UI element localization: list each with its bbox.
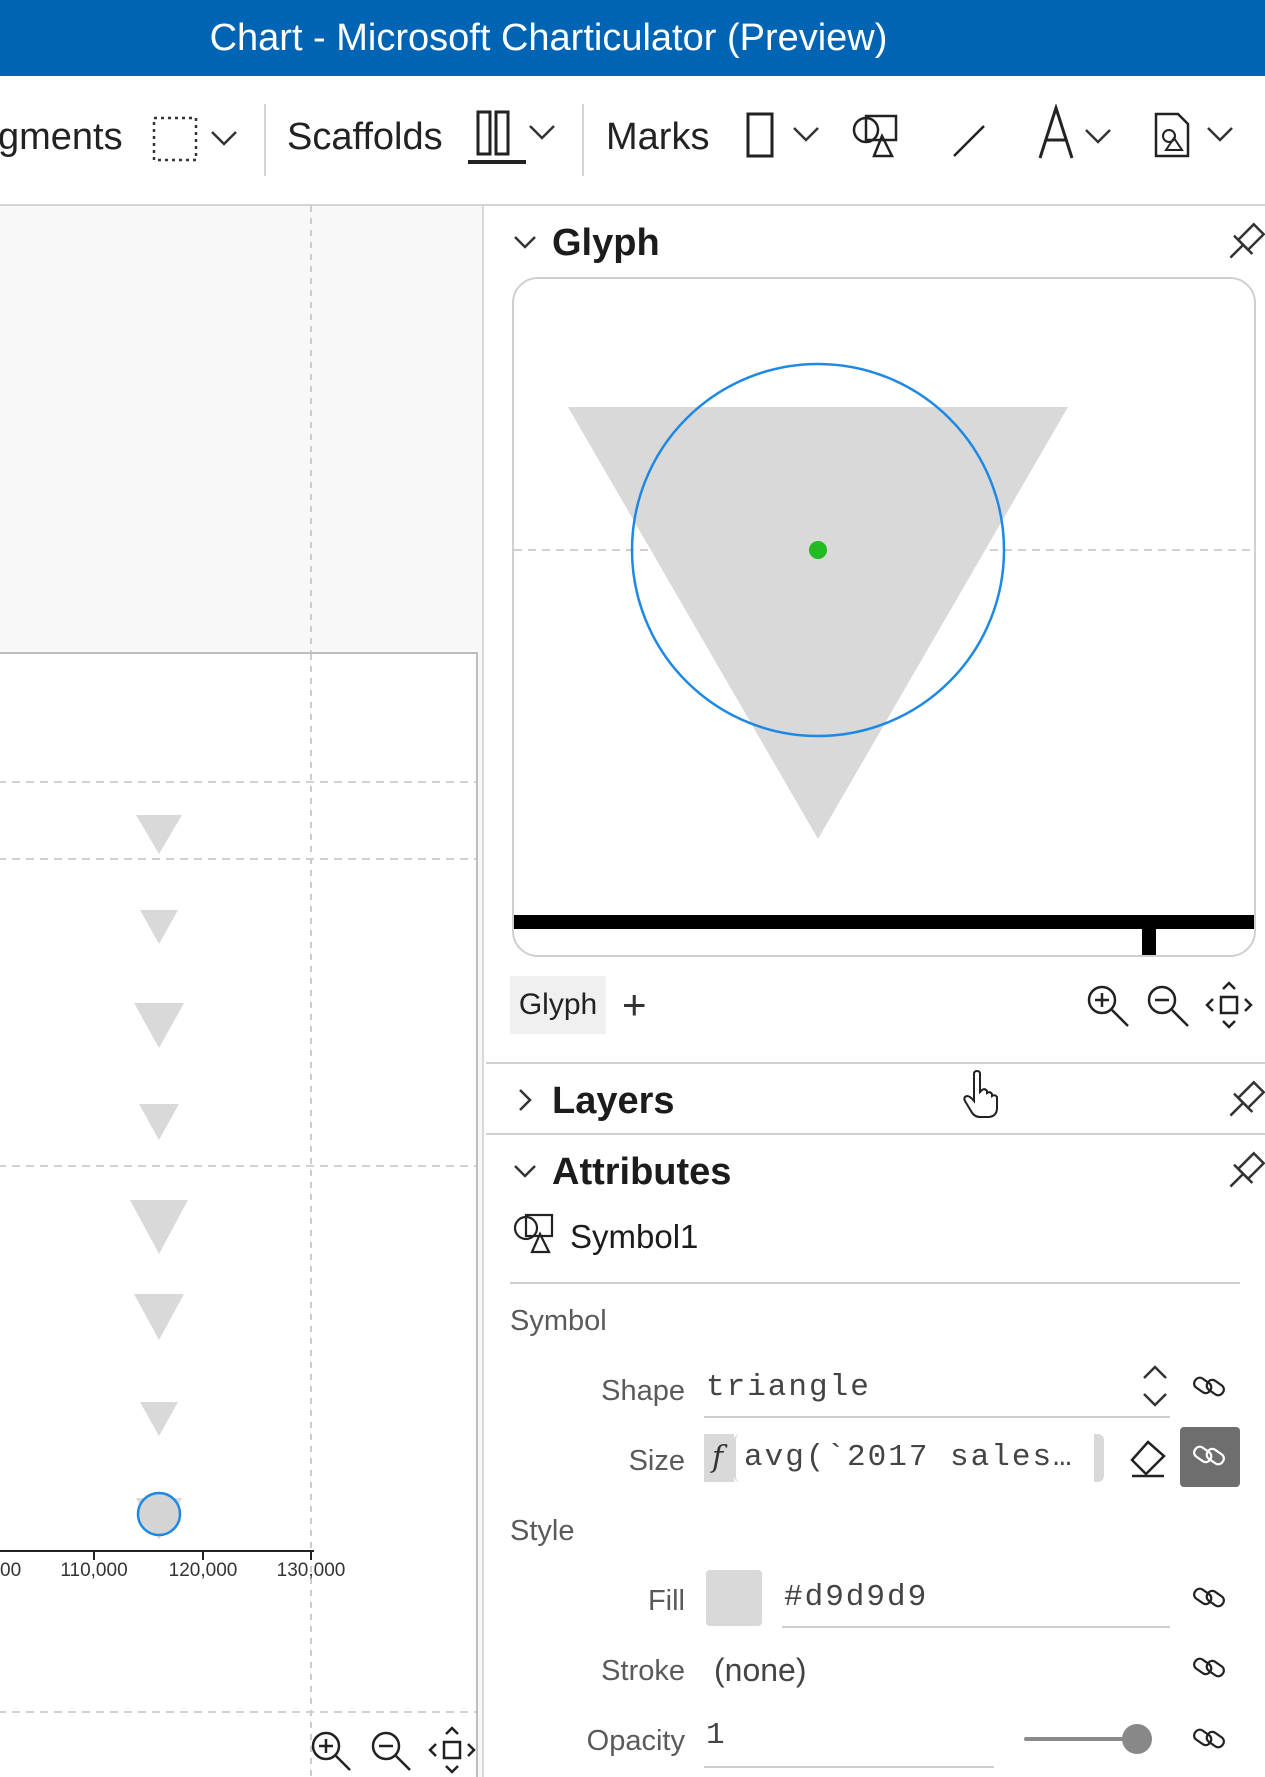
fit-view-icon[interactable]: [1204, 980, 1254, 1030]
tab-glyph[interactable]: Glyph: [510, 976, 606, 1034]
title-bar: Chart - Microsoft Charticulator (Preview…: [0, 0, 1265, 76]
plot-frame: 00 110,000 120,000 130,000: [0, 652, 478, 1777]
size-label: Size: [628, 1445, 685, 1477]
zoom-in-icon[interactable]: [1084, 982, 1134, 1030]
shape-field-underline: [704, 1416, 1170, 1418]
zoom-in-icon[interactable]: [308, 1728, 356, 1774]
glyph-panel-title: Glyph: [552, 221, 660, 264]
toolbar-separator: [264, 104, 266, 176]
add-glyph-button[interactable]: +: [622, 976, 647, 1034]
symbol-section-label: Symbol: [510, 1305, 607, 1337]
rectangle-mark-icon[interactable]: [744, 110, 828, 162]
link-icon[interactable]: [1190, 1583, 1230, 1613]
zoom-out-icon[interactable]: [1144, 982, 1194, 1030]
style-section-label: Style: [510, 1515, 575, 1547]
glyph-editor-canvas[interactable]: [512, 277, 1256, 957]
x-tick-label: 130,000: [276, 1560, 346, 1581]
link-icon[interactable]: [1190, 1372, 1230, 1402]
x-tick-label: 120,000: [168, 1560, 238, 1581]
link-icon: [1193, 1445, 1225, 1466]
dropdown-updown-icon[interactable]: [1140, 1364, 1170, 1408]
fill-value[interactable]: #d9d9d9: [784, 1580, 928, 1615]
link-icon[interactable]: [1190, 1653, 1230, 1683]
fit-view-icon[interactable]: [428, 1726, 476, 1774]
opacity-value[interactable]: 1: [706, 1718, 727, 1753]
scaffold-icon[interactable]: [464, 106, 560, 170]
fill-color-swatch[interactable]: [706, 1570, 762, 1626]
shape-value[interactable]: triangle: [706, 1370, 871, 1405]
fill-label: Fill: [647, 1585, 685, 1617]
window-title: Chart - Microsoft Charticulator (Preview…: [209, 16, 888, 59]
toolbar-separator: [582, 104, 584, 176]
chevron-down-icon[interactable]: [512, 232, 538, 252]
glyph-anchor-point: [809, 541, 827, 559]
bracket-left: [734, 1434, 744, 1482]
text-mark-icon[interactable]: [1036, 104, 1124, 162]
bind-data-button[interactable]: [1180, 1427, 1240, 1487]
panel-separator: [486, 1133, 1265, 1135]
glyph-panel-header[interactable]: Glyph: [486, 208, 1265, 278]
glyph-triangle-symbol: [568, 407, 1068, 839]
toolbar-marks-label[interactable]: Marks: [606, 118, 709, 156]
symbol-mark-icon: [513, 1213, 554, 1254]
symbol-mark-icon[interactable]: [848, 110, 902, 162]
opacity-field-underline: [704, 1766, 994, 1768]
image-mark-icon[interactable]: [1152, 110, 1236, 162]
pin-icon[interactable]: [1226, 222, 1265, 264]
fill-field-underline: [782, 1626, 1170, 1628]
selected-object-name: Symbol1: [570, 1218, 699, 1255]
x-tick-label: 110,000: [60, 1560, 128, 1581]
line-mark-icon[interactable]: [948, 120, 992, 160]
toolbar-segments-label[interactable]: gments: [0, 118, 123, 156]
x-tick-label: 00: [0, 1560, 22, 1581]
opacity-label: Opacity: [586, 1725, 685, 1757]
glyph-baseline-bar: [514, 915, 1254, 929]
hand-cursor-icon: [963, 1070, 998, 1118]
toolbar: gments Scaffolds Marks: [0, 76, 1265, 206]
shape-label: Shape: [601, 1375, 685, 1407]
link-icon[interactable]: [1190, 1724, 1230, 1754]
chevron-down-icon[interactable]: [512, 1161, 538, 1181]
stroke-label: Stroke: [601, 1655, 685, 1687]
bracket-right: [1094, 1434, 1104, 1482]
zoom-out-icon[interactable]: [368, 1728, 416, 1774]
marquee-select-icon[interactable]: [150, 114, 242, 164]
stroke-value[interactable]: (none): [714, 1652, 807, 1689]
glyph-baseline-tick: [1142, 929, 1156, 955]
glyph-editor-drawing[interactable]: [514, 279, 1254, 955]
formula-fx-label: f: [712, 1440, 724, 1475]
layers-panel-header[interactable]: Layers: [486, 1066, 1265, 1136]
divider: [510, 1282, 1240, 1284]
chevron-right-icon[interactable]: [512, 1088, 538, 1112]
pin-icon[interactable]: [1226, 1151, 1265, 1193]
size-formula-value[interactable]: avg(`2017 sales…: [744, 1440, 1074, 1475]
eraser-icon[interactable]: [1128, 1438, 1168, 1478]
chart-canvas[interactable]: 00 110,000 120,000 130,000: [0, 206, 482, 1777]
formula-badge: f: [704, 1434, 734, 1482]
x-axis: [0, 1550, 314, 1560]
toolbar-scaffolds-label[interactable]: Scaffolds: [287, 118, 443, 156]
panel-separator: [486, 1062, 1265, 1064]
pin-icon[interactable]: [1226, 1080, 1265, 1122]
layers-panel-title: Layers: [552, 1079, 675, 1122]
attributes-panel-title: Attributes: [552, 1150, 732, 1193]
panel-divider[interactable]: [482, 206, 484, 1777]
attributes-panel-header[interactable]: Attributes: [486, 1137, 1265, 1207]
opacity-slider-thumb[interactable]: [1122, 1724, 1152, 1754]
